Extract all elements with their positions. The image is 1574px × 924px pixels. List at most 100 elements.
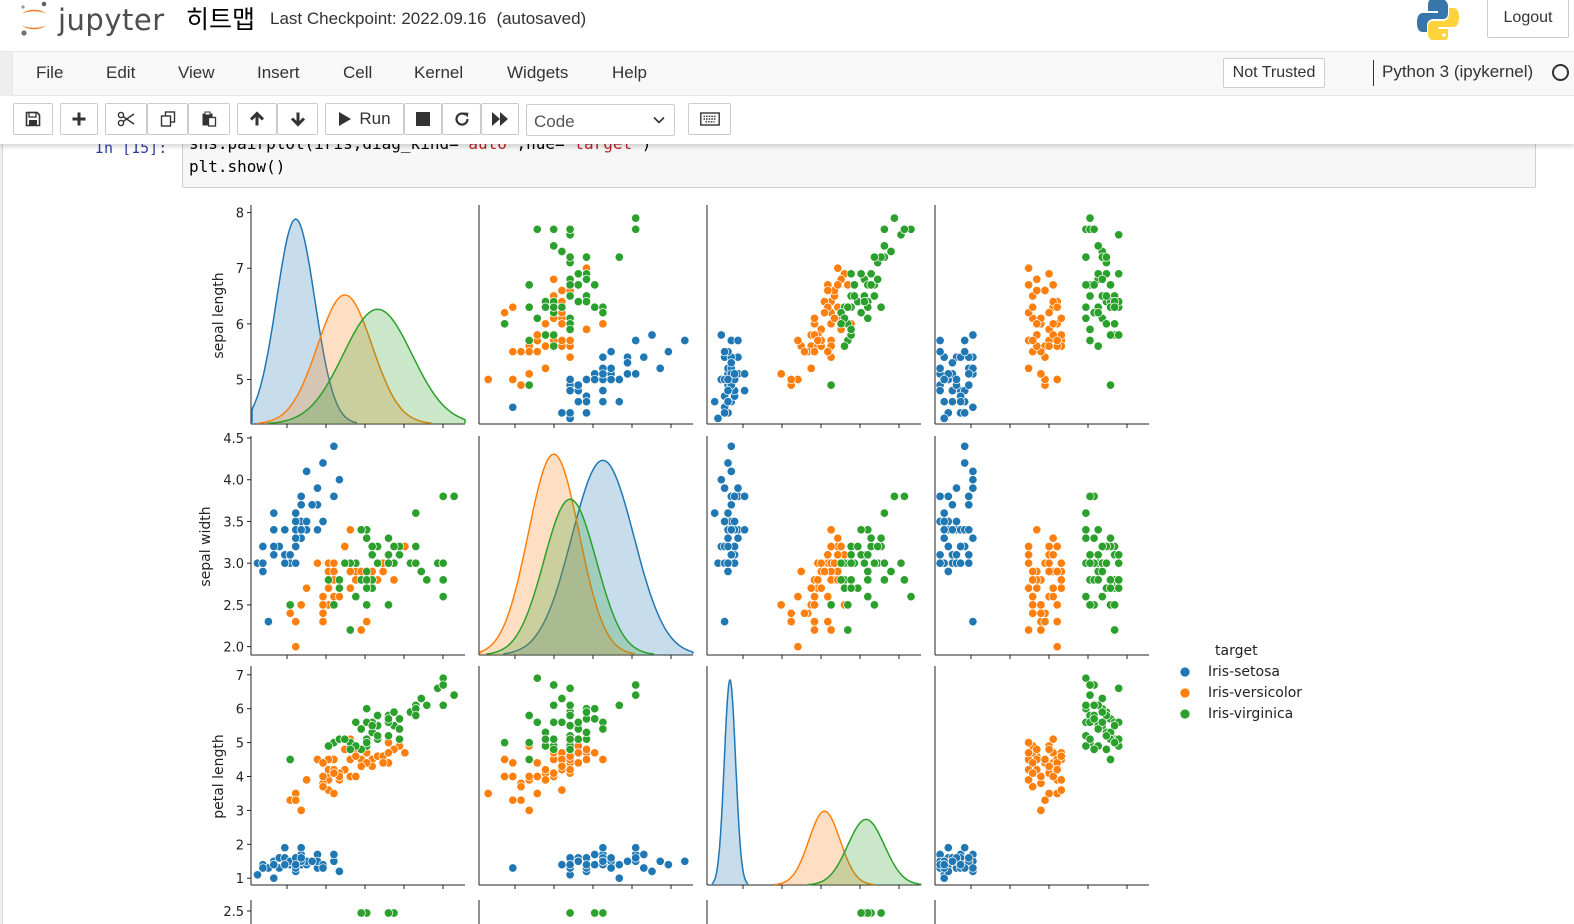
scatter-point	[826, 541, 836, 552]
scatter-point	[318, 516, 328, 527]
scatter-point	[378, 566, 388, 577]
y-tick-label: 2.0	[223, 641, 244, 656]
scatter-point	[1089, 714, 1099, 724]
scatter-point	[524, 280, 534, 290]
scatter-point	[876, 908, 886, 918]
scatter-point	[856, 525, 866, 535]
restart-run-all-button[interactable]	[481, 103, 519, 135]
not-trusted-button[interactable]: Not Trusted	[1223, 58, 1325, 88]
scatter-point	[291, 508, 301, 518]
scatter-point	[1081, 700, 1091, 710]
scatter-point	[846, 550, 856, 560]
scatter-point	[557, 785, 567, 795]
scatter-point	[786, 374, 796, 385]
scatter-point	[285, 600, 295, 610]
y-tick-label: 3.0	[223, 557, 244, 572]
jupyter-logo[interactable]: jupyter	[18, 0, 165, 40]
cut-button[interactable]	[105, 103, 147, 135]
copy-button[interactable]	[147, 103, 188, 135]
scatter-point	[968, 617, 978, 627]
scatter-point	[726, 358, 736, 368]
scatter-point	[614, 397, 624, 407]
scatter-point	[723, 386, 733, 396]
command-palette-button[interactable]	[688, 103, 731, 135]
notebook-name[interactable]: 히트맵	[186, 0, 255, 36]
move-down-button[interactable]	[277, 103, 318, 135]
y-tick-label: 1	[236, 872, 244, 887]
scatter-point	[557, 319, 567, 329]
scatter-point	[939, 374, 949, 385]
scatter-point	[809, 347, 820, 357]
scatter-point	[1056, 775, 1066, 785]
menu-edit[interactable]: Edit	[106, 63, 135, 83]
scatter-point	[345, 625, 355, 635]
scatter-point	[1024, 583, 1034, 593]
menu-widgets[interactable]: Widgets	[507, 63, 568, 83]
scatter-point	[1056, 785, 1066, 795]
scatter-point	[565, 280, 575, 290]
menu-help[interactable]: Help	[612, 63, 647, 83]
code-line-2: plt.show()	[189, 157, 286, 176]
scatter-point	[590, 748, 600, 758]
menu-view[interactable]: View	[178, 63, 215, 83]
scatter-point	[1052, 541, 1062, 552]
scatter-point	[639, 863, 649, 873]
scatter-point	[956, 397, 966, 407]
menu-file[interactable]: File	[36, 63, 63, 83]
code-cell-input[interactable]: sns.pairplot(iris,diag_kind='auto',hue='…	[182, 144, 1536, 188]
menu-kernel[interactable]: Kernel	[414, 63, 463, 83]
scatter-point	[598, 908, 608, 918]
scatter-point	[964, 558, 974, 568]
scatter-point	[1036, 369, 1046, 379]
scatter-point	[291, 642, 301, 652]
scatter-point	[740, 386, 750, 396]
logout-button[interactable]: Logout	[1487, 0, 1569, 38]
scatter-point	[1114, 230, 1124, 240]
scatter-point	[573, 280, 583, 290]
scatter-point	[968, 475, 978, 485]
scatter-point	[826, 525, 836, 535]
restart-button[interactable]	[442, 103, 481, 135]
scatter-point	[329, 768, 339, 778]
scatter-point	[786, 617, 796, 627]
y-tick-label: 7	[236, 262, 244, 277]
scatter-point	[1093, 308, 1103, 318]
scatter-point	[540, 302, 551, 312]
insert-cell-button[interactable]	[60, 103, 98, 135]
menu-insert[interactable]: Insert	[257, 63, 300, 83]
save-button[interactable]	[13, 103, 53, 135]
scatter-point	[598, 369, 608, 379]
scatter-point	[614, 860, 624, 870]
jupyter-logo-icon	[21, 1, 47, 36]
run-button[interactable]: Run	[325, 103, 404, 135]
scatter-point	[598, 352, 608, 362]
scatter-point	[1028, 592, 1038, 602]
kernel-name[interactable]: Python 3 (ipykernel)	[1382, 62, 1533, 82]
scatter-point	[411, 541, 421, 552]
scatter-point	[863, 550, 873, 560]
scatter-point	[573, 380, 583, 390]
move-up-button[interactable]	[237, 103, 277, 135]
scatter-point	[291, 860, 301, 870]
scatter-point	[1110, 319, 1120, 329]
scatter-point	[943, 541, 953, 552]
scatter-point	[565, 744, 575, 754]
scatter-point	[329, 441, 339, 451]
code-text: )	[642, 144, 652, 153]
menu-cell[interactable]: Cell	[343, 63, 372, 83]
interrupt-button[interactable]	[404, 103, 442, 135]
paste-button[interactable]	[188, 103, 230, 135]
scatter-point	[438, 680, 448, 690]
scatter-point	[1101, 558, 1111, 568]
scatter-point	[329, 558, 339, 568]
scatter-point	[935, 558, 945, 568]
scatter-point	[935, 386, 945, 396]
scatter-point	[524, 347, 534, 357]
scatter-point	[1052, 335, 1062, 346]
cell-prompt: In [15]:	[95, 144, 168, 157]
scatter-point	[540, 363, 551, 373]
scatter-point	[726, 550, 736, 560]
scatter-point	[956, 558, 966, 568]
y-tick-label: 5	[236, 737, 244, 752]
cell-type-select[interactable]: Code	[526, 104, 675, 136]
